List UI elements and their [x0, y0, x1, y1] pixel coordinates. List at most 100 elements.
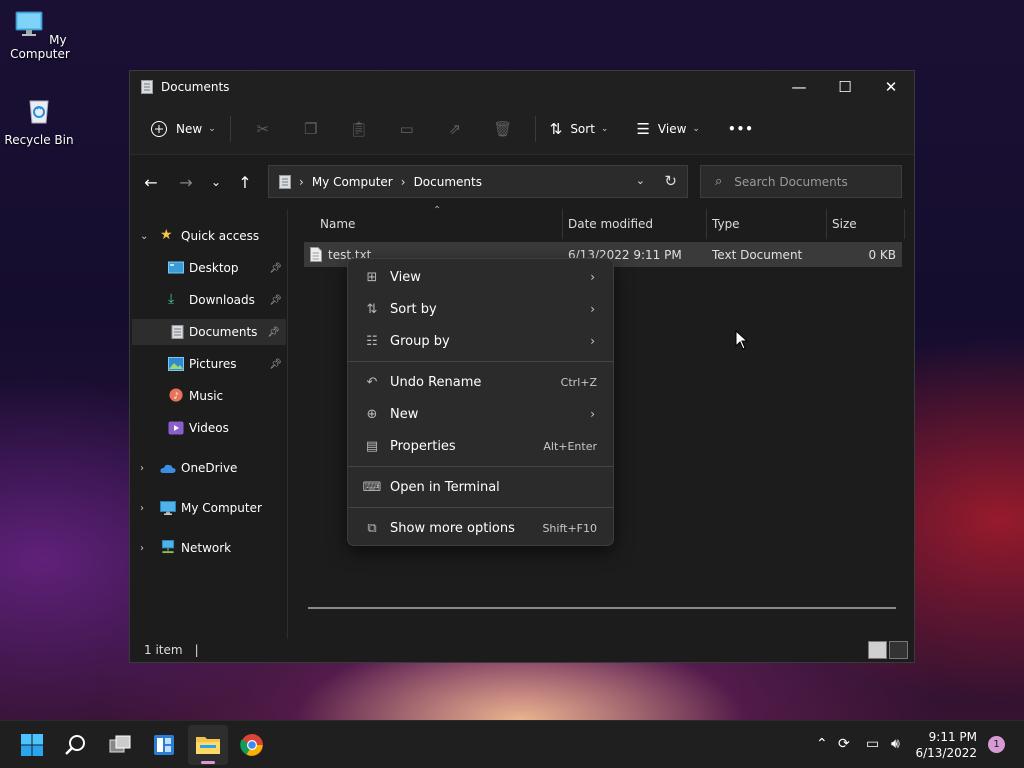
recycle-bin-icon	[29, 100, 49, 124]
cut-button[interactable]: ✂	[239, 113, 287, 145]
task-view-button[interactable]	[100, 725, 140, 765]
close-button[interactable]: ✕	[868, 71, 914, 103]
refresh-icon[interactable]: ↻	[664, 172, 677, 190]
new-button[interactable]: New ⌄	[144, 113, 222, 145]
menu-item-group-by[interactable]: ☷ Group by ›	[352, 326, 609, 356]
menu-item-undo-rename[interactable]: ↶ Undo Rename Ctrl+Z	[352, 367, 609, 397]
sidebar-item-onedrive[interactable]: › OneDrive	[130, 455, 288, 481]
sidebar-item-downloads[interactable]: ⤓ Downloads 📌︎	[130, 287, 288, 313]
copy-button[interactable]: ❐	[287, 113, 335, 145]
navigation-pane: ⌄ ★ Quick access Desktop 📌︎ ⤓ Downloads …	[130, 209, 288, 639]
chevron-up-icon: ⌃	[816, 736, 828, 752]
search-box[interactable]: ⌕	[700, 165, 902, 198]
column-header-date[interactable]: Date modified	[568, 217, 653, 231]
column-header-name[interactable]: Name	[320, 217, 355, 231]
network-status-icon[interactable]: ▭	[866, 736, 879, 752]
recent-locations-button[interactable]: ⌄	[201, 167, 231, 197]
sidebar-item-quick-access[interactable]: ⌄ ★ Quick access	[130, 223, 288, 249]
text-file-icon	[310, 247, 322, 262]
rename-button[interactable]: ▭	[383, 113, 431, 145]
back-button[interactable]: ←	[136, 167, 166, 197]
desktop-icon	[168, 261, 184, 274]
chevron-right-icon[interactable]: ›	[140, 543, 144, 554]
desktop-icon-recycle-bin[interactable]: Recycle Bin	[0, 94, 79, 147]
downloads-icon: ⤓	[168, 291, 175, 307]
minimize-button[interactable]: —	[776, 71, 822, 103]
menu-item-open-terminal[interactable]: ⌨ Open in Terminal	[352, 472, 609, 502]
chevron-down-icon[interactable]: ⌄	[140, 231, 148, 242]
sort-button[interactable]: ⇅ Sort ⌄	[544, 113, 615, 145]
desktop-icon-my-computer[interactable]: My Computer	[0, 8, 80, 61]
sidebar-item-my-computer[interactable]: › My Computer	[130, 495, 288, 521]
pin-icon: 📌︎	[269, 358, 282, 370]
menu-item-label: Group by	[390, 333, 450, 349]
notification-badge[interactable]: 1	[988, 736, 1005, 753]
chevron-right-icon[interactable]: ›	[140, 503, 144, 514]
sidebar-item-videos[interactable]: Videos	[130, 415, 288, 441]
title-bar[interactable]: Documents — ☐ ✕	[130, 71, 914, 103]
update-icon[interactable]: ⟳	[838, 736, 850, 752]
documents-icon	[141, 80, 153, 94]
breadcrumb-documents[interactable]: Documents	[414, 175, 482, 189]
music-icon: ♪	[169, 388, 183, 402]
chrome-taskbar-button[interactable]	[232, 725, 272, 765]
videos-icon	[168, 421, 184, 435]
breadcrumb-my-computer[interactable]: My Computer	[312, 175, 393, 189]
column-header-type[interactable]: Type	[712, 217, 740, 231]
volume-icon[interactable]: 🔊︎	[891, 736, 900, 752]
show-hidden-icons-button[interactable]: ⌃	[816, 736, 828, 752]
chevron-right-icon[interactable]: ›	[140, 463, 144, 474]
close-icon: ✕	[884, 78, 898, 96]
clock[interactable]: 9:11 PM 6/13/2022	[915, 729, 977, 761]
breadcrumb-separator: ›	[299, 174, 304, 189]
sidebar-item-pictures[interactable]: Pictures 📌︎	[130, 351, 288, 377]
new-icon: ⊕	[366, 406, 378, 422]
share-button[interactable]: ⇗	[431, 113, 479, 145]
delete-button[interactable]: 🗑︎	[479, 113, 527, 145]
maximize-button[interactable]: ☐	[822, 71, 868, 103]
large-icons-view-button[interactable]	[889, 641, 908, 659]
address-bar[interactable]: › My Computer › Documents ⌄ ↻	[268, 165, 688, 198]
menu-item-view[interactable]: ⊞ View ›	[352, 262, 609, 292]
forward-button[interactable]: →	[171, 167, 201, 197]
file-type: Text Document	[712, 248, 803, 262]
taskbar: ⌃ ⟳ ▭ 🔊︎ 9:11 PM 6/13/2022 1	[0, 720, 1024, 768]
sort-icon: ⇅	[366, 301, 378, 317]
start-button[interactable]	[12, 725, 52, 765]
column-divider[interactable]	[904, 209, 905, 239]
column-divider[interactable]	[826, 209, 827, 239]
search-icon: ⌕	[715, 174, 723, 189]
up-button[interactable]: ↑	[230, 167, 260, 197]
address-dropdown-icon[interactable]: ⌄	[636, 174, 645, 187]
search-taskbar-button[interactable]	[56, 725, 96, 765]
view-button[interactable]: ☰ View ⌄	[630, 113, 705, 145]
menu-item-sort-by[interactable]: ⇅ Sort by ›	[352, 294, 609, 324]
active-app-indicator	[201, 761, 215, 764]
menu-item-new[interactable]: ⊕ New ›	[352, 399, 609, 429]
column-divider[interactable]	[706, 209, 707, 239]
status-bar: 1 item |	[130, 638, 916, 662]
documents-icon	[171, 325, 184, 339]
details-view-button[interactable]	[868, 641, 887, 659]
cut-icon: ✂	[256, 119, 270, 138]
sidebar-item-label: Downloads	[189, 293, 255, 307]
more-button[interactable]: •••	[722, 113, 760, 145]
task-view-icon	[109, 735, 131, 753]
menu-item-show-more-options[interactable]: ⧉ Show more options Shift+F10	[352, 513, 609, 543]
column-divider[interactable]	[562, 209, 563, 239]
sidebar-item-documents[interactable]: Documents 📌︎	[132, 319, 286, 345]
sidebar-item-music[interactable]: ♪ Music	[130, 383, 288, 409]
widgets-button[interactable]	[144, 725, 184, 765]
horizontal-scrollbar[interactable]	[308, 607, 896, 609]
menu-item-properties[interactable]: ▤ Properties Alt+Enter	[352, 431, 609, 461]
paste-button[interactable]: 📋︎	[335, 113, 383, 145]
context-menu: ⊞ View › ⇅ Sort by › ☷ Group by › ↶ Undo…	[347, 258, 614, 546]
menu-shortcut: Ctrl+Z	[560, 375, 597, 389]
column-header-size[interactable]: Size	[832, 217, 857, 231]
sidebar-item-desktop[interactable]: Desktop 📌︎	[130, 255, 288, 281]
file-explorer-taskbar-button[interactable]	[188, 725, 228, 765]
search-input[interactable]	[734, 174, 895, 189]
sidebar-item-network[interactable]: › Network	[130, 535, 288, 561]
menu-item-label: View	[390, 269, 421, 285]
pin-icon: 📌︎	[269, 262, 282, 274]
